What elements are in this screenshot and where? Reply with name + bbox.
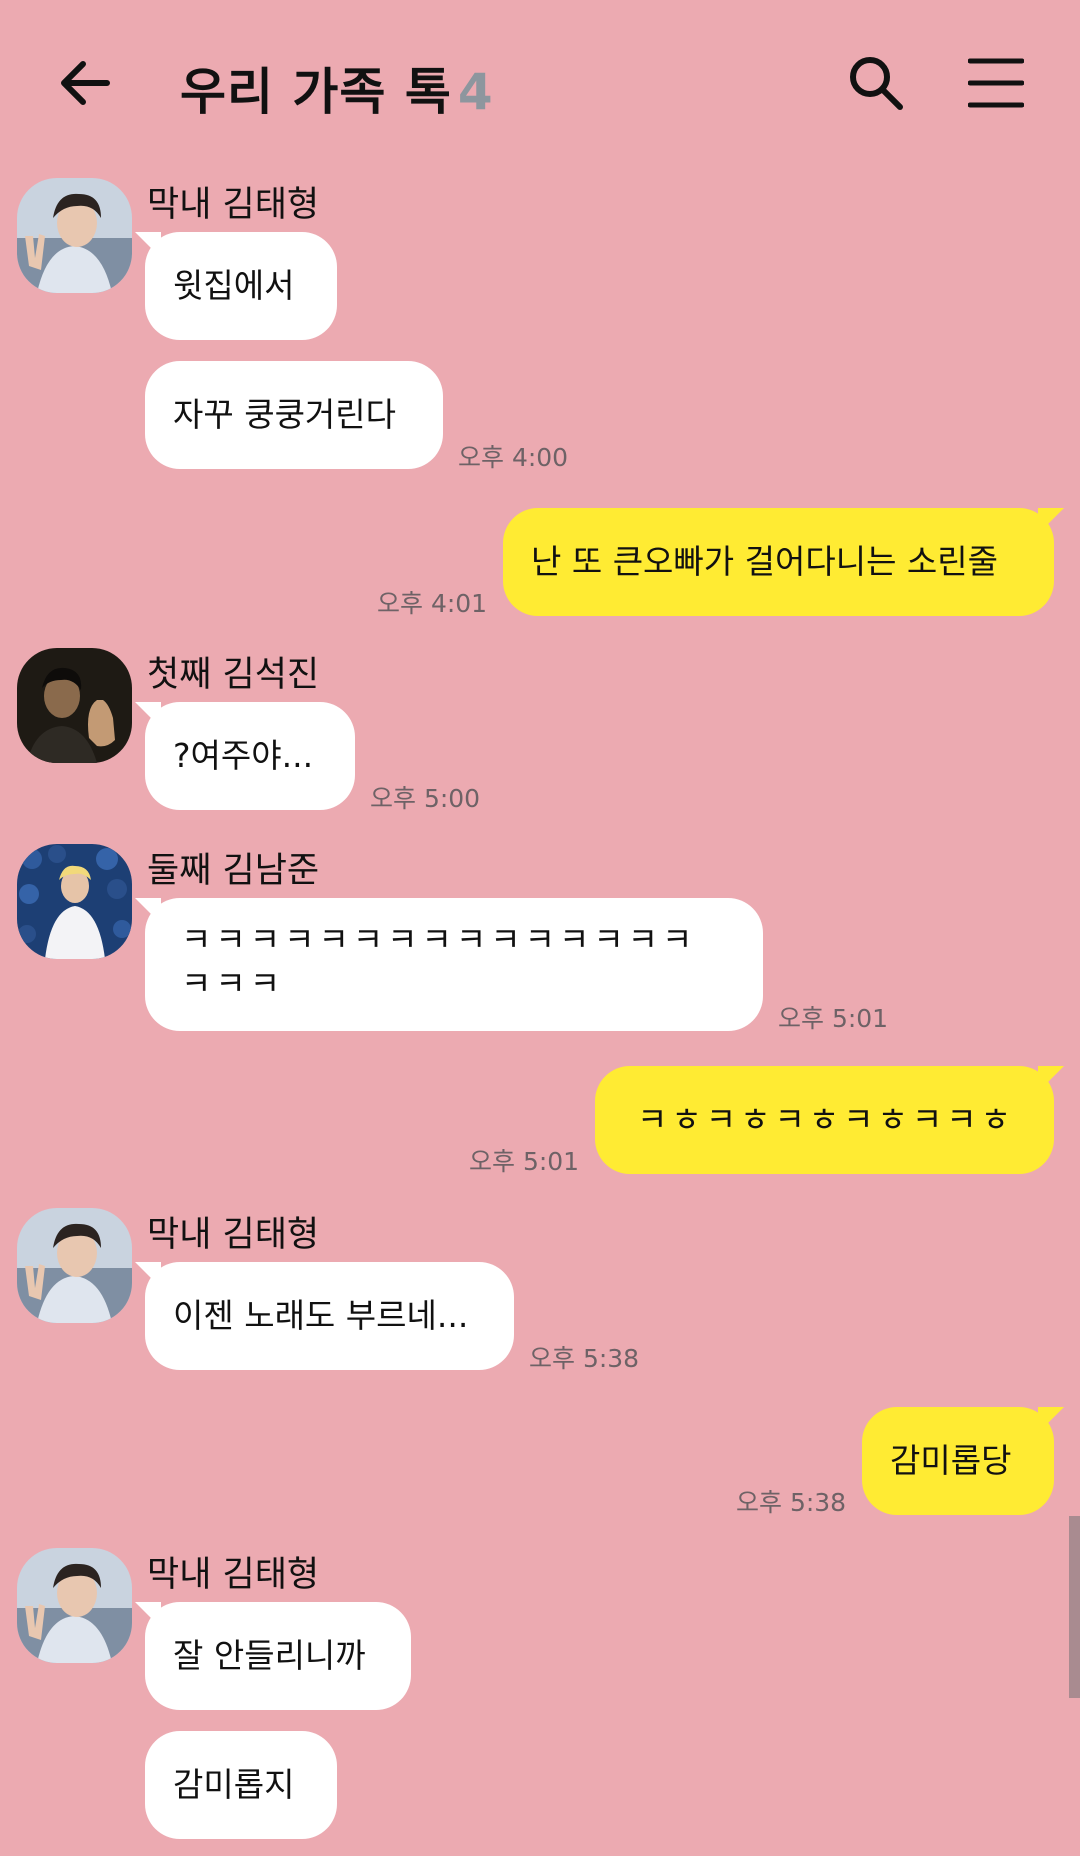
my-message-bubble[interactable]: 난 또 큰오빠가 걸어다니는 소린줄 [503,508,1064,616]
chat-header: 우리 가족 톡4 [0,0,1080,170]
message-time: 오후 5:38 [736,1488,847,1517]
message-bubble[interactable]: 자꾸 쿵쿵거린다 [145,361,443,469]
message-time: 오후 4:00 [458,443,569,472]
message-text: 잘 안들리니까 [173,1636,366,1675]
message-text: 감미롭지 [173,1765,295,1804]
message-text: 자꾸 쿵쿵거린다 [173,395,397,434]
avatar-namjoon[interactable] [17,844,132,959]
sender-name: 막내 김태형 [147,1215,320,1255]
message-time: 오후 5:38 [529,1344,640,1373]
sender-name: 막내 김태형 [147,185,320,225]
message-bubble[interactable]: 잘 안들리니까 [135,1602,411,1710]
chat-title: 우리 가족 톡4 [180,52,494,124]
back-button[interactable] [55,52,117,114]
message-text: ㅋㅎㅋㅎㅋㅎㅋㅎㅋㅋㅎ [637,1100,1015,1139]
profile-photo-icon [17,1548,132,1663]
avatar-taehyung[interactable] [17,1548,132,1663]
search-button[interactable] [845,52,907,114]
my-message-bubble[interactable]: 감미롭당 [862,1407,1064,1515]
message-bubble[interactable]: ?여주야... [135,702,355,810]
back-arrow-icon [61,61,110,105]
scrollbar-thumb[interactable] [1069,1516,1080,1698]
message-time: 오후 5:01 [778,1004,889,1033]
profile-photo-icon [17,1208,132,1323]
profile-photo-icon [17,844,132,959]
message-text: 감미롭당 [890,1441,1012,1480]
profile-photo-icon [17,648,132,763]
search-icon [850,57,903,110]
menu-button[interactable] [967,55,1025,111]
message-time: 오후 5:00 [370,784,481,813]
message-time: 오후 4:01 [377,589,488,618]
sender-name: 막내 김태형 [147,1555,320,1595]
message-bubble[interactable]: ㅋㅋㅋㅋㅋㅋㅋㅋㅋㅋㅋㅋㅋㅋㅋ ㅋㅋㅋ [135,898,763,1031]
avatar-taehyung[interactable] [17,178,132,293]
message-text: ㅋㅋㅋ [181,964,285,1003]
message-bubble[interactable]: 이젠 노래도 부르네... [135,1262,514,1370]
message-text: 이젠 노래도 부르네... [173,1296,469,1335]
chat-room-name: 우리 가족 톡 [180,63,452,121]
profile-photo-icon [17,178,132,293]
my-message-bubble[interactable]: ㅋㅎㅋㅎㅋㅎㅋㅎㅋㅋㅎ [595,1066,1064,1174]
message-bubble[interactable]: 윗집에서 [135,232,337,340]
message-text: ?여주야... [173,736,314,775]
avatar-seokjin[interactable] [17,648,132,763]
message-bubble[interactable]: 감미롭지 [145,1731,337,1839]
message-text: 윗집에서 [173,266,295,305]
member-count: 4 [457,63,494,121]
sender-name: 둘째 김남준 [147,851,320,891]
hamburger-menu-icon [967,58,1025,108]
message-time: 오후 5:01 [469,1147,580,1176]
message-text: ㅋㅋㅋㅋㅋㅋㅋㅋㅋㅋㅋㅋㅋㅋㅋ [181,920,697,959]
sender-name: 첫째 김석진 [147,655,320,695]
avatar-taehyung[interactable] [17,1208,132,1323]
message-text: 난 또 큰오빠가 걸어다니는 소린줄 [531,542,998,581]
